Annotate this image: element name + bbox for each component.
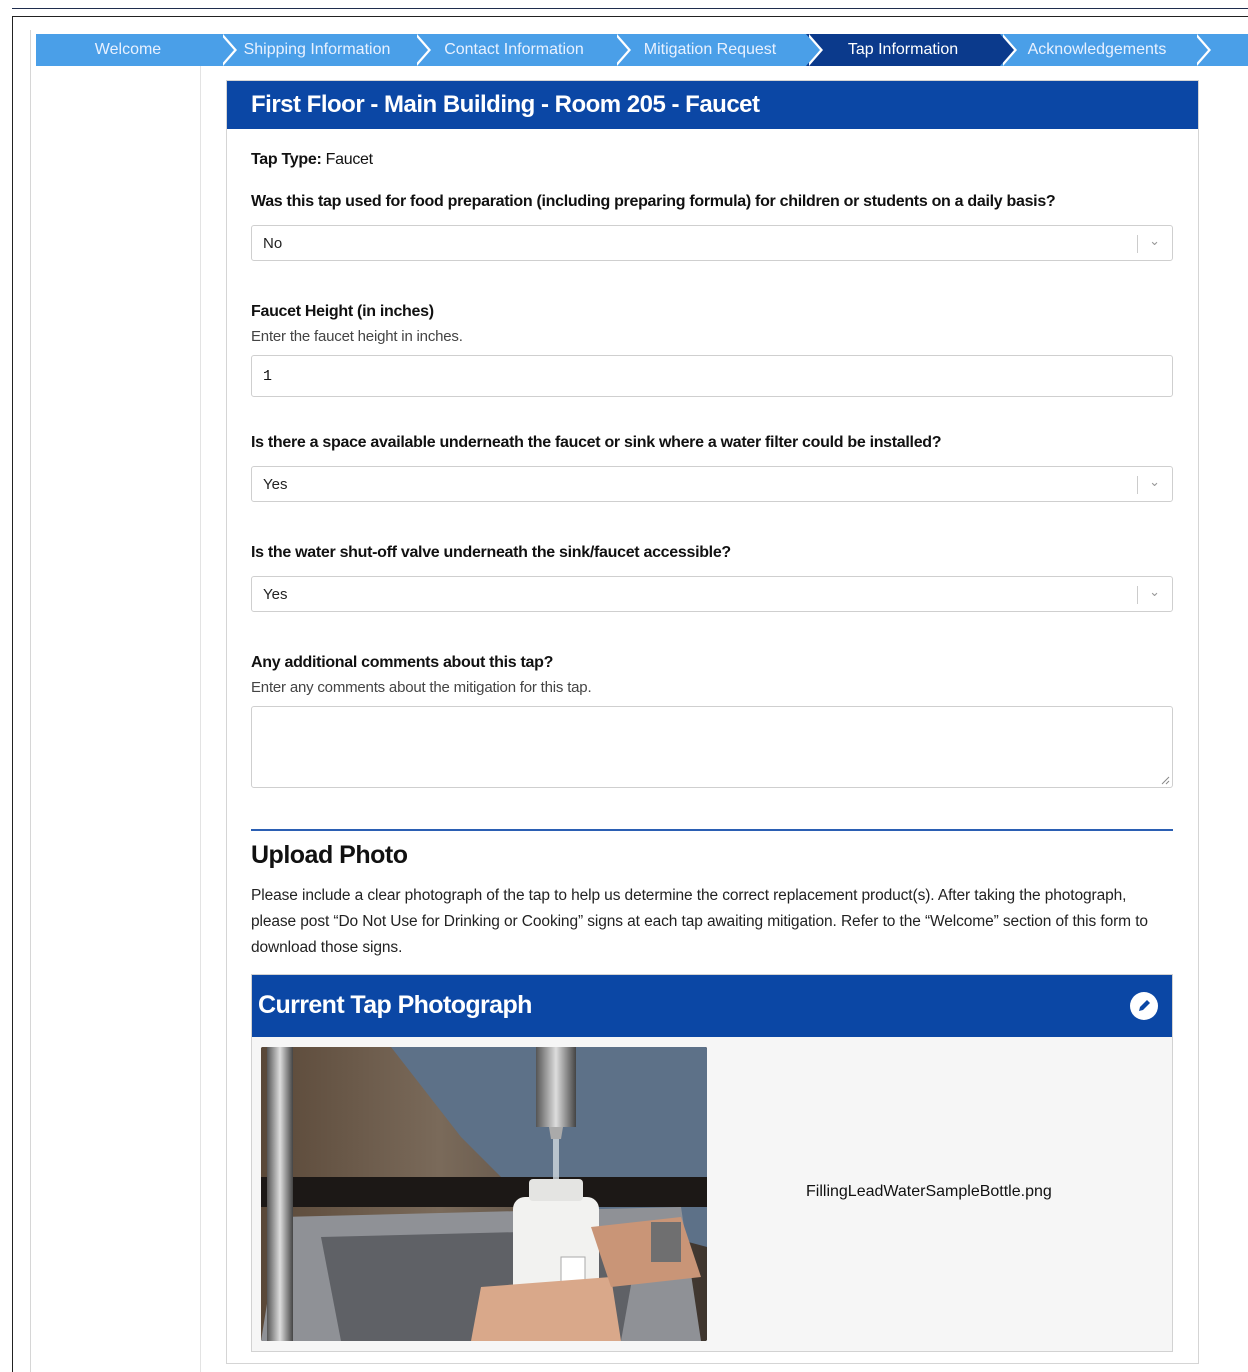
select-separator	[1137, 235, 1138, 253]
chevron-down-icon[interactable]: ⌄	[1149, 584, 1160, 600]
comments-hint: Enter any comments about the mitigation …	[251, 679, 592, 696]
faucet-height-input[interactable]: 1	[251, 355, 1173, 397]
wizard-step-label: Mitigation Request	[643, 41, 777, 58]
wizard-step-label: Contact Information	[444, 41, 584, 58]
wizard-step-shipping[interactable]: Shipping Information	[220, 34, 431, 66]
tap-card: First Floor - Main Building - Room 205 -…	[226, 80, 1199, 1364]
wizard-step-label: Acknowledgements	[1027, 41, 1167, 58]
wizard-step-tap-info[interactable]: Tap Information	[806, 34, 1017, 66]
wizard-step-label: Tap Information	[847, 41, 959, 58]
tap-card-title: First Floor - Main Building - Room 205 -…	[227, 81, 1198, 129]
tap-type: Tap Type: Faucet	[251, 151, 373, 169]
wizard-step-label: Welcome	[94, 41, 162, 58]
faucet-height-label: Faucet Height (in inches)	[251, 303, 434, 320]
wizard-step-welcome[interactable]: Welcome	[36, 34, 237, 66]
food-prep-select[interactable]: No ⌄	[251, 225, 1173, 261]
upload-instructions: Please include a clear photograph of the…	[251, 887, 1148, 956]
left-column-divider	[200, 66, 201, 1372]
wizard-step-label: Shipping Information	[243, 41, 391, 58]
shutoff-valve-value: Yes	[263, 586, 288, 603]
filter-space-label: Is there a space available underneath th…	[251, 434, 942, 451]
tap-type-label: Tap Type:	[251, 151, 322, 168]
filter-space-select[interactable]: Yes ⌄	[251, 466, 1173, 502]
top-rule	[12, 8, 1248, 9]
shutoff-valve-label: Is the water shut-off valve underneath t…	[251, 544, 731, 561]
comments-textarea[interactable]	[251, 706, 1173, 788]
wizard-step-contact[interactable]: Contact Information	[414, 34, 631, 66]
current-photo-card: Current Tap Photograph FillingLeadWaterS…	[251, 974, 1173, 1352]
select-separator	[1137, 586, 1138, 604]
current-photo-title: Current Tap Photograph	[258, 991, 532, 1019]
photo-filename: FillingLeadWaterSampleBottle.png	[806, 1183, 1052, 1200]
wizard-step-mitigation[interactable]: Mitigation Request	[614, 34, 823, 66]
tap-photo	[261, 1047, 707, 1341]
current-photo-header: Current Tap Photograph	[252, 975, 1172, 1037]
food-prep-label: Was this tap used for food preparation (…	[251, 193, 1056, 210]
chevron-down-icon[interactable]: ⌄	[1149, 474, 1160, 490]
select-separator	[1137, 476, 1138, 494]
comments-label: Any additional comments about this tap?	[251, 654, 554, 671]
resize-grip-icon[interactable]	[1160, 775, 1170, 785]
edit-icon[interactable]	[1130, 992, 1158, 1020]
wizard-step-acknowledgements[interactable]: Acknowledgements	[1000, 34, 1211, 66]
chevron-down-icon[interactable]: ⌄	[1149, 233, 1160, 249]
food-prep-value: No	[263, 235, 283, 252]
section-divider	[251, 829, 1173, 831]
faucet-height-hint: Enter the faucet height in inches.	[251, 328, 463, 345]
filter-space-value: Yes	[263, 476, 288, 493]
wizard-nav: Welcome Shipping Information Contact Inf…	[36, 34, 1248, 66]
upload-photo-heading: Upload Photo	[251, 841, 408, 869]
tap-type-value: Faucet	[321, 151, 373, 168]
shutoff-valve-select[interactable]: Yes ⌄	[251, 576, 1173, 612]
faucet-height-value: 1	[263, 368, 273, 385]
